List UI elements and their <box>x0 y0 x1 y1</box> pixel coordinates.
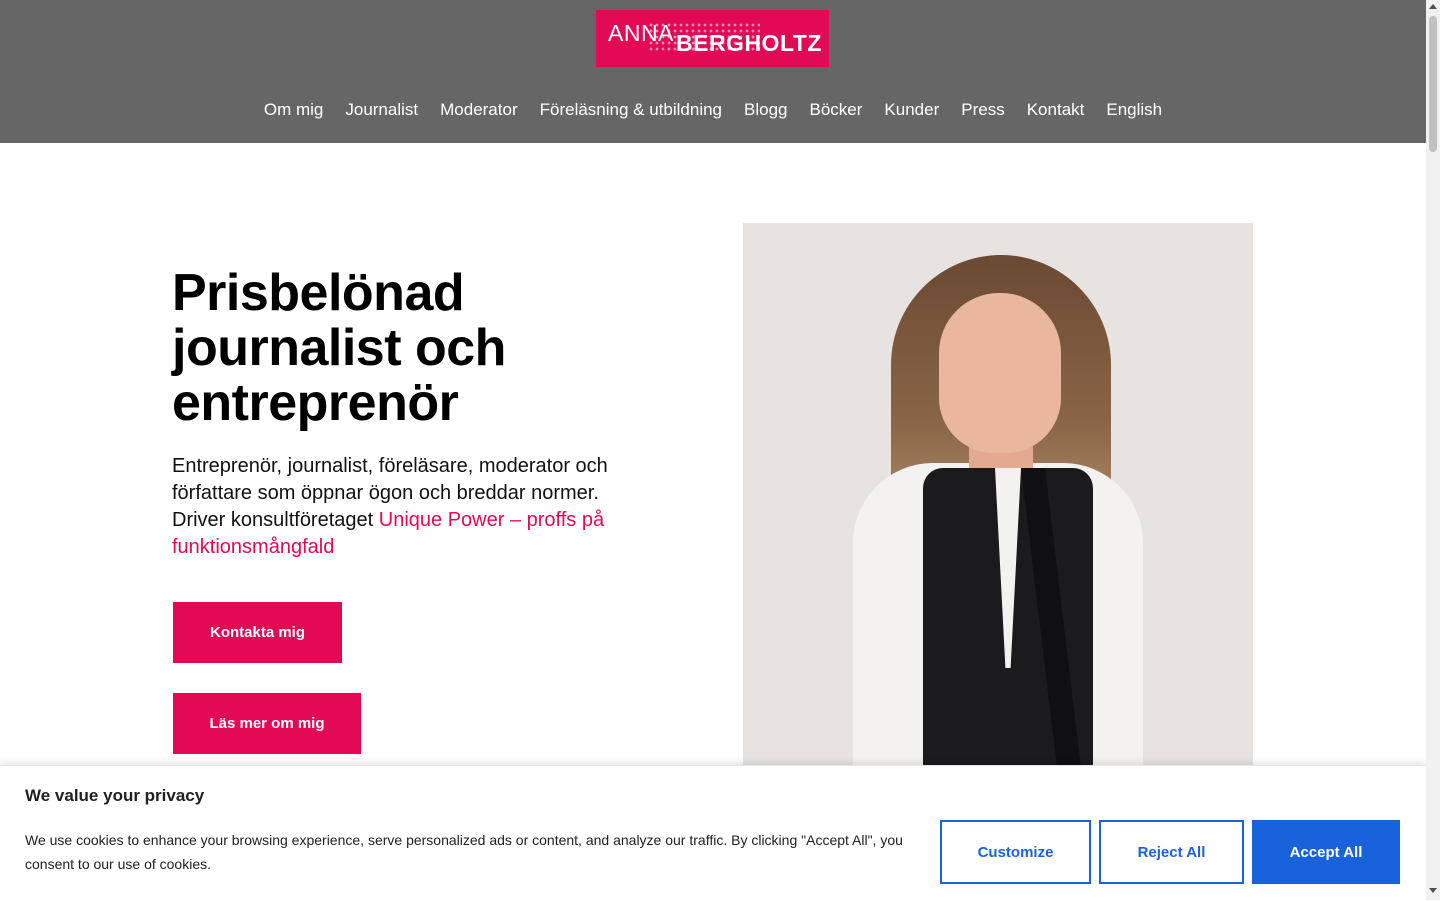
cookie-consent-banner: We value your privacy We use cookies to … <box>0 765 1426 901</box>
read-more-button[interactable]: Läs mer om mig <box>173 693 361 754</box>
nav-item-bocker[interactable]: Böcker <box>810 96 863 124</box>
nav-item-kunder[interactable]: Kunder <box>884 96 939 124</box>
portrait-photo <box>743 223 1253 783</box>
hero-title: Prisbelönad journalist och entreprenör <box>172 264 506 432</box>
nav-item-forelasning[interactable]: Föreläsning & utbildning <box>540 96 722 124</box>
cookie-text: We use cookies to enhance your browsing … <box>25 832 903 872</box>
contact-me-button[interactable]: Kontakta mig <box>173 602 342 663</box>
nav-item-om-mig[interactable]: Om mig <box>264 96 324 124</box>
logo-last-name: BERGHOLTZ <box>676 30 822 56</box>
nav-item-moderator[interactable]: Moderator <box>440 96 517 124</box>
logo-first-name: ANNA <box>608 20 674 46</box>
scroll-thumb[interactable] <box>1429 16 1437 152</box>
customize-button[interactable]: Customize <box>940 820 1091 884</box>
nav-item-blogg[interactable]: Blogg <box>744 96 787 124</box>
accept-all-button[interactable]: Accept All <box>1252 820 1400 884</box>
site-logo[interactable]: ANNA BERGHOLTZ <box>596 10 829 67</box>
site-header: ANNA BERGHOLTZ Om mig Journalist Moderat… <box>0 0 1426 143</box>
scroll-up-arrow-icon[interactable] <box>1429 4 1437 9</box>
nav-item-press[interactable]: Press <box>961 96 1004 124</box>
nav-item-english[interactable]: English <box>1106 96 1162 124</box>
nav-item-kontakt[interactable]: Kontakt <box>1027 96 1085 124</box>
portrait-face <box>939 293 1061 453</box>
reject-all-button[interactable]: Reject All <box>1099 820 1244 884</box>
main-nav: Om mig Journalist Moderator Föreläsning … <box>0 96 1426 124</box>
cookie-title: We value your privacy <box>25 786 205 805</box>
hero-description: Entreprenör, journalist, föreläsare, mod… <box>172 453 642 561</box>
scroll-down-arrow-icon[interactable] <box>1429 888 1437 893</box>
nav-item-journalist[interactable]: Journalist <box>345 96 418 124</box>
page-scrollbar[interactable] <box>1426 0 1440 900</box>
